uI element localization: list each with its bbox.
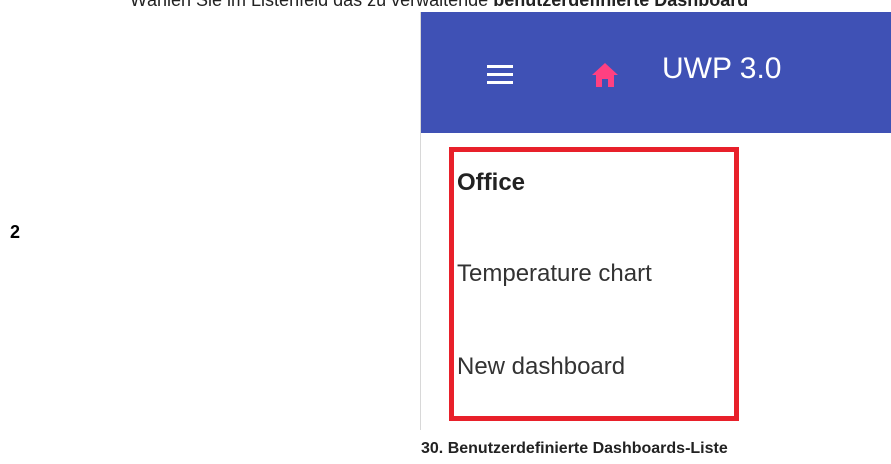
figure-caption: 30. Benutzerdefinierte Dashboards-Liste: [421, 440, 728, 457]
step-number: 2: [10, 222, 21, 242]
app-title: UWP 3.0: [662, 52, 782, 85]
instruction-prefix: Wählen Sie im Listenfeld das zu verwalte…: [130, 0, 494, 10]
home-icon[interactable]: [589, 59, 621, 91]
document-page: Wählen Sie im Listenfeld das zu verwalte…: [0, 0, 891, 464]
app-bar: UWP 3.0: [421, 12, 891, 133]
hamburger-menu-icon[interactable]: [487, 65, 513, 85]
highlight-box: [449, 147, 739, 421]
app-screenshot: UWP 3.0 Office Temperature chart New das…: [420, 12, 891, 430]
instruction-text: Wählen Sie im Listenfeld das zu verwalte…: [130, 0, 748, 11]
instruction-emphasis: benutzerdefinierte Dashboard: [493, 0, 749, 10]
